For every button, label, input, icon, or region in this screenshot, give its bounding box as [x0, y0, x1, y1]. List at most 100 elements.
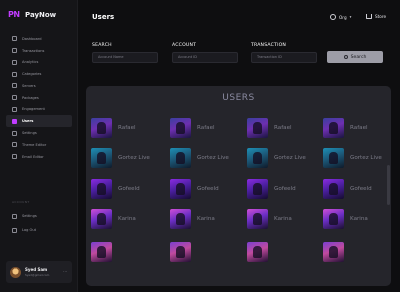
user-name: Gortez Live [118, 155, 150, 161]
user-card[interactable]: Gortez Live [247, 148, 317, 168]
sidebar: PN PayNow Dashboard Transactions Analyti… [0, 0, 78, 292]
users-panel: USERS Rafael Rafael Rafael Rafael Gortez Liv… [86, 86, 391, 286]
search-button[interactable]: Search [327, 51, 383, 63]
user-avatar [91, 209, 112, 229]
sidebar-item-servers[interactable]: Servers [6, 80, 72, 92]
user-card[interactable]: Karina [323, 209, 391, 229]
org-selector[interactable]: Org ▾ [330, 14, 351, 20]
user-name: Rafael [118, 125, 136, 131]
gear-icon [12, 213, 17, 219]
user-card[interactable]: Rafael [91, 118, 161, 138]
user-name: Rafael [274, 125, 292, 131]
store-link[interactable]: Store [366, 14, 386, 19]
sidebar-item-label: Transactions [22, 48, 45, 53]
packages-icon [12, 95, 17, 101]
email-editor-icon [12, 154, 17, 160]
user-card[interactable]: Karina [170, 209, 240, 229]
sidebar-item-dashboard[interactable]: Dashboard [6, 33, 72, 45]
cart-icon [366, 14, 372, 19]
scrollbar[interactable] [387, 165, 390, 205]
org-label: Org [339, 14, 347, 20]
profile-card[interactable]: Syed Sam Syed@gmail.com ··· [6, 261, 72, 283]
user-card[interactable] [91, 242, 161, 262]
user-card[interactable]: Karina [247, 209, 317, 229]
user-name: Karina [197, 216, 215, 222]
account-name-input[interactable]: Account Name [92, 52, 158, 63]
account-filter: ACCOUNT Account ID [172, 43, 238, 63]
engagement-icon [12, 106, 17, 112]
sidebar-item-label: Servers [22, 83, 36, 88]
user-avatar [323, 209, 344, 229]
user-avatar [323, 179, 344, 199]
user-avatar [323, 242, 344, 262]
analytics-icon [12, 59, 17, 65]
user-card[interactable] [247, 242, 317, 262]
logout-icon [12, 227, 17, 233]
profile-email: Syed@gmail.com [25, 273, 50, 277]
user-card[interactable]: Gofeeld [91, 179, 161, 199]
user-avatar [170, 209, 191, 229]
search-icon [343, 55, 348, 59]
sidebar-item-label: Settings [22, 131, 37, 136]
user-avatar [91, 179, 112, 199]
user-avatar [247, 118, 268, 138]
user-name: Gofeeld [197, 186, 219, 192]
user-card[interactable] [323, 242, 391, 262]
account-id-input[interactable]: Account ID [172, 52, 238, 63]
top-header: Users Org ▾ Store [78, 0, 400, 36]
sidebar-item-label: Users [22, 119, 34, 124]
user-name: Gofeeld [350, 186, 372, 192]
sidebar-item-transactions[interactable]: Transactions [6, 45, 72, 57]
user-card[interactable]: Gofeeld [170, 179, 240, 199]
user-avatar [170, 118, 191, 138]
sidebar-item-settings[interactable]: Settings [6, 127, 72, 139]
user-card[interactable]: Rafael [247, 118, 317, 138]
user-avatar [247, 148, 268, 168]
transaction-id-input[interactable]: Transaction ID [251, 52, 317, 63]
user-card[interactable]: Rafael [170, 118, 240, 138]
user-card[interactable]: Gofeeld [323, 179, 391, 199]
sidebar-item-analytics[interactable]: Analytics [6, 57, 72, 69]
sidebar-item-label: Analytics [22, 60, 39, 65]
user-card[interactable]: Gofeeld [247, 179, 317, 199]
user-avatar [323, 118, 344, 138]
sidebar-item-packages[interactable]: Packages [6, 92, 72, 104]
user-avatar [170, 179, 191, 199]
sidebar-item-email-editor[interactable]: Email Editor [6, 151, 72, 163]
profile-name: Syed Sam [25, 267, 48, 272]
sidebar-item-users[interactable]: Users [6, 115, 72, 128]
categories-icon [12, 71, 17, 77]
user-card[interactable]: Karina [91, 209, 161, 229]
user-card[interactable] [170, 242, 240, 262]
avatar [10, 266, 21, 278]
dashboard-icon [12, 36, 17, 42]
user-name: Gofeeld [118, 186, 140, 192]
sidebar-item-engagement[interactable]: Engagement [6, 104, 72, 116]
more-options-icon[interactable]: ··· [63, 269, 67, 274]
sidebar-item-label: Log Out [22, 228, 37, 233]
user-card[interactable]: Gortez Live [91, 148, 161, 168]
sidebar-item-label: Packages [22, 95, 39, 100]
users-icon [12, 118, 17, 124]
sidebar-item-categories[interactable]: Categories [6, 68, 72, 80]
page-title: Users [92, 13, 115, 21]
user-avatar [247, 209, 268, 229]
user-avatar [91, 242, 112, 262]
sidebar-item-account-settings[interactable]: Settings [6, 209, 72, 223]
sidebar-nav: Dashboard Transactions Analytics Categor… [6, 33, 72, 163]
sidebar-item-label: Categories [22, 72, 42, 77]
user-card[interactable]: Gortez Live [323, 148, 391, 168]
users-panel-title: USERS [222, 93, 255, 103]
user-avatar [91, 118, 112, 138]
paynow-logo-icon: PN [8, 10, 20, 19]
sidebar-item-logout[interactable]: Log Out [6, 223, 72, 237]
user-card[interactable]: Rafael [323, 118, 391, 138]
user-name: Rafael [197, 125, 215, 131]
user-name: Gortez Live [350, 155, 382, 161]
user-name: Rafael [350, 125, 368, 131]
user-card[interactable]: Gortez Live [170, 148, 240, 168]
sidebar-item-theme-editor[interactable]: Theme Editor [6, 139, 72, 151]
brand[interactable]: PN PayNow [8, 9, 56, 20]
transaction-filter-label: TRANSACTION [251, 43, 287, 48]
sidebar-item-label: Dashboard [22, 36, 42, 41]
